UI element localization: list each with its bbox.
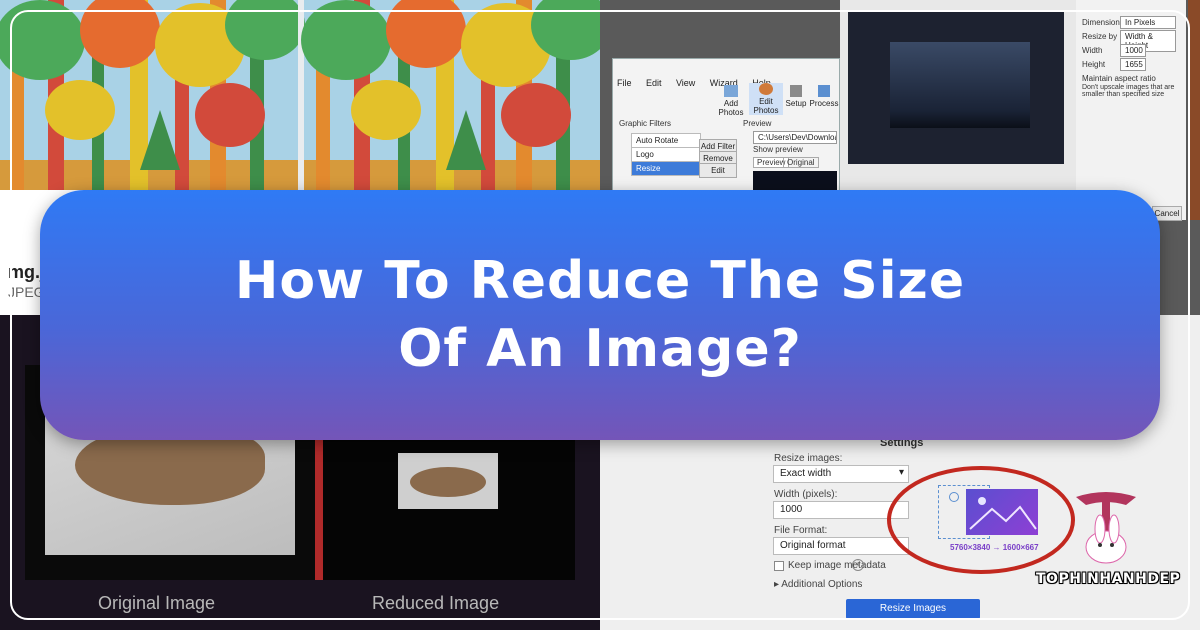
brand-logo-text: Tophinhanhdep bbox=[1036, 571, 1181, 587]
size-to: 1600×667 bbox=[1002, 543, 1039, 552]
reduced-image-label: Reduced Image bbox=[372, 593, 500, 613]
width-pixels-label: Width (pixels): bbox=[774, 489, 838, 500]
page-title-line1: How To Reduce The Size bbox=[234, 251, 966, 311]
sunset-strip bbox=[1188, 0, 1200, 220]
setup-icon bbox=[790, 85, 802, 97]
edit-photos-label: Edit Photos bbox=[753, 97, 779, 115]
resize-images-label: Resize images: bbox=[774, 453, 843, 464]
add-photos-label: Add Photos bbox=[718, 99, 744, 117]
setup-label: Setup bbox=[785, 99, 807, 108]
size-from: 5760×3840 bbox=[950, 543, 991, 552]
no-upscale-checkbox[interactable]: Don't upscale images that are smaller th… bbox=[1082, 84, 1182, 98]
resize-by-label: Resize by bbox=[1082, 32, 1118, 41]
show-preview-checkbox[interactable]: Show preview bbox=[753, 145, 803, 154]
rabbit-mascot-icon bbox=[1076, 492, 1136, 564]
menu-file[interactable]: File bbox=[617, 78, 632, 88]
size-caption: 5760×3840 → 1600×667 bbox=[950, 543, 1039, 552]
add-photos-icon bbox=[724, 85, 738, 97]
additional-options-label: Additional Options bbox=[781, 579, 863, 590]
tab-original[interactable]: Original bbox=[783, 157, 819, 168]
resize-settings-dialog: Dimensions In Pixels Resize by Width & H… bbox=[1076, 0, 1186, 221]
process-button[interactable]: Process bbox=[809, 85, 839, 108]
preview-header: Preview bbox=[743, 119, 772, 128]
keep-metadata-label: Keep image metadata bbox=[788, 560, 886, 571]
process-label: Process bbox=[809, 99, 839, 108]
height-input[interactable]: 1655 bbox=[1120, 58, 1146, 71]
width-input[interactable]: 1000 bbox=[1120, 44, 1146, 57]
arrow-right-icon: → bbox=[992, 543, 1001, 552]
filter-auto-rotate[interactable]: Auto Rotate bbox=[631, 133, 701, 148]
preview-image bbox=[753, 171, 837, 191]
info-icon[interactable]: i bbox=[852, 559, 864, 571]
resize-preview-window bbox=[840, 0, 1076, 190]
resize-mode-value: Exact width bbox=[780, 468, 832, 479]
page-title-line2: Of An Image? bbox=[398, 319, 802, 379]
landscape-preview bbox=[848, 12, 1064, 164]
filters-header: Graphic Filters bbox=[619, 119, 672, 128]
dimensions-select[interactable]: In Pixels bbox=[1120, 16, 1176, 29]
size-illustration-reduced[interactable] bbox=[966, 489, 1038, 535]
brand-logo: Tophinhanhdep bbox=[1036, 487, 1181, 597]
keep-metadata-checkbox[interactable] bbox=[774, 561, 784, 571]
sun-icon bbox=[949, 492, 959, 502]
edit-filter-button[interactable]: Edit bbox=[699, 163, 737, 178]
setup-button[interactable]: Setup bbox=[783, 85, 809, 108]
maintain-aspect-checkbox[interactable]: Maintain aspect ratio bbox=[1082, 74, 1156, 83]
process-icon bbox=[818, 85, 830, 97]
title-banner: How To Reduce The Size Of An Image? bbox=[40, 190, 1160, 440]
file-format-label: File Format: bbox=[774, 525, 828, 536]
dimensions-label: Dimensions bbox=[1082, 18, 1124, 27]
height-label: Height bbox=[1082, 60, 1106, 69]
edit-photos-icon bbox=[759, 83, 773, 95]
menu-edit[interactable]: Edit bbox=[646, 78, 662, 88]
add-photos-button[interactable]: Add Photos bbox=[713, 85, 749, 117]
page-title: How To Reduce The Size Of An Image? bbox=[40, 190, 1160, 440]
menu-view[interactable]: View bbox=[676, 78, 695, 88]
filter-logo[interactable]: Logo bbox=[631, 147, 701, 162]
edit-photos-button[interactable]: Edit Photos bbox=[749, 83, 783, 115]
preview-path[interactable]: C:\Users\Dev\Downloads\landscape bbox=[753, 131, 837, 144]
resize-images-button[interactable]: Resize Images bbox=[846, 599, 980, 619]
width-label: Width bbox=[1082, 46, 1103, 55]
additional-options-toggle[interactable]: ▸ Additional Options bbox=[774, 579, 862, 590]
original-image-label: Original Image bbox=[98, 593, 216, 613]
filter-resize[interactable]: Resize bbox=[631, 161, 701, 176]
